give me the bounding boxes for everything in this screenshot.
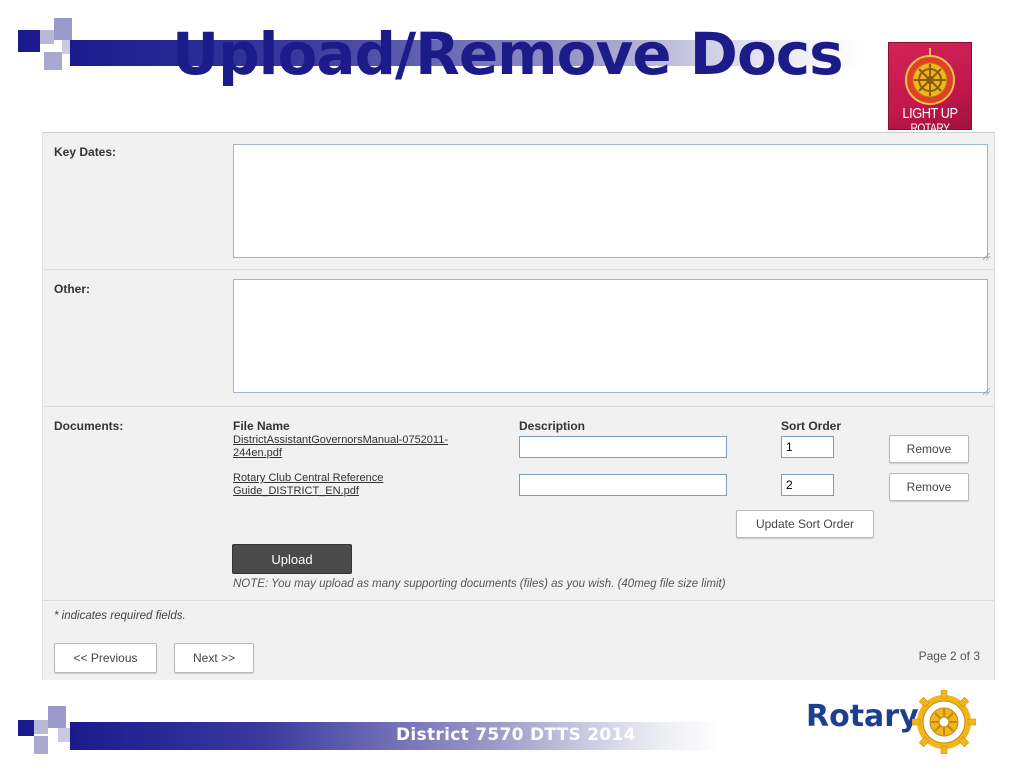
file-link-2-line2: Guide_DISTRICT_EN.pdf bbox=[233, 485, 359, 497]
upload-note: NOTE: You may upload as many supporting … bbox=[233, 578, 726, 590]
other-textarea[interactable] bbox=[233, 279, 988, 393]
slide-title: Upload/Remove Docs bbox=[172, 20, 844, 88]
page-indicator: Page 2 of 3 bbox=[918, 649, 980, 663]
sort-order-input-2[interactable] bbox=[781, 474, 834, 496]
logo-text-line2: ROTARY bbox=[910, 121, 950, 130]
description-header: Description bbox=[519, 419, 586, 433]
other-row: Other: bbox=[43, 269, 994, 407]
description-input-2[interactable] bbox=[519, 474, 727, 496]
previous-button[interactable]: << Previous bbox=[54, 643, 157, 673]
light-up-rotary-logo: LIGHT UP ROTARY bbox=[888, 42, 972, 130]
other-label: Other: bbox=[54, 282, 90, 296]
documents-row: Documents: File Name Description Sort Or… bbox=[43, 406, 994, 601]
documents-label: Documents: bbox=[54, 419, 124, 433]
logo-text-line1: LIGHT UP bbox=[902, 105, 958, 122]
key-dates-textarea[interactable] bbox=[233, 144, 988, 258]
sort-order-input-1[interactable] bbox=[781, 436, 834, 458]
remove-button-1[interactable]: Remove bbox=[889, 435, 969, 463]
navigation-row: * indicates required fields. << Previous… bbox=[43, 600, 994, 681]
update-sort-order-button[interactable]: Update Sort Order bbox=[736, 510, 874, 538]
upload-button[interactable]: Upload bbox=[232, 544, 352, 574]
next-button[interactable]: Next >> bbox=[174, 643, 254, 673]
file-name-header: File Name bbox=[233, 419, 290, 433]
file-link-2[interactable]: Rotary Club Central Reference Guide_DIST… bbox=[233, 472, 501, 498]
required-fields-note: * indicates required fields. bbox=[54, 610, 186, 622]
form-panel: Key Dates: Other: Documents: File Name D… bbox=[42, 132, 995, 680]
footer-text: District 7570 DTTS 2014 bbox=[396, 725, 636, 745]
file-link-2-line1: Rotary Club Central Reference bbox=[233, 472, 384, 484]
rotary-wordmark: Rotary bbox=[806, 699, 919, 734]
key-dates-label: Key Dates: bbox=[54, 145, 117, 159]
description-input-1[interactable] bbox=[519, 436, 727, 458]
rotary-wheel-icon bbox=[905, 48, 955, 105]
rotary-wheel-icon bbox=[912, 690, 976, 754]
resize-grip-icon[interactable] bbox=[983, 388, 990, 395]
file-link-1[interactable]: DistrictAssistantGovernorsManual-0752011… bbox=[233, 434, 501, 460]
resize-grip-icon[interactable] bbox=[983, 253, 990, 260]
file-link-1-line2: 244en.pdf bbox=[233, 447, 282, 459]
file-link-1-line1: DistrictAssistantGovernorsManual-0752011… bbox=[233, 434, 448, 446]
key-dates-row: Key Dates: bbox=[43, 132, 994, 270]
sort-order-header: Sort Order bbox=[781, 419, 842, 433]
remove-button-2[interactable]: Remove bbox=[889, 473, 969, 501]
